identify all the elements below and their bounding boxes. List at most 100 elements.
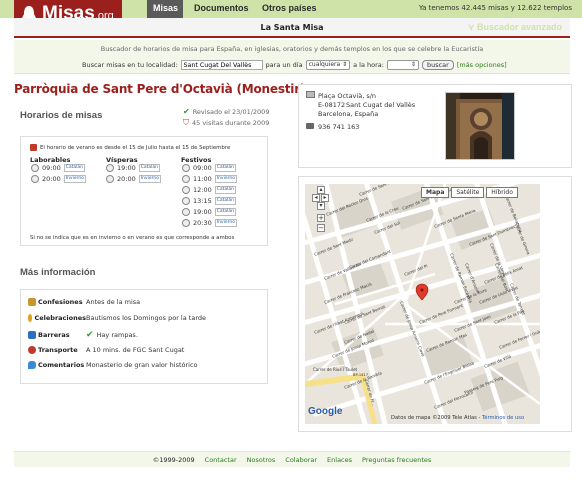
clock-icon	[31, 164, 39, 172]
time-label: a la hora:	[353, 61, 384, 69]
day-label: para un día	[265, 61, 303, 69]
time-row: 09:00 Catalán	[31, 164, 86, 172]
pan-down-button[interactable]: ▾	[317, 202, 325, 210]
info-row-celebraciones: Celebraciones Bautismos los Domingos por…	[28, 314, 206, 322]
road-number: BP-1417	[353, 373, 368, 377]
info-row-comentarios: Comentarios Monasterio de gran valor his…	[28, 361, 198, 369]
info-row-confesiones: Confesiones Antes de la misa	[28, 298, 140, 306]
time-row: 11:00 Invierno	[182, 175, 237, 183]
footer-link-contactar[interactable]: Contactar	[205, 456, 237, 464]
church-photo[interactable]	[445, 92, 515, 160]
person-icon: ⛉	[183, 118, 189, 127]
time-value: 11:00	[193, 175, 212, 183]
check-icon: ✔	[86, 330, 94, 340]
time-value: 20:00	[117, 175, 136, 183]
confession-icon	[28, 298, 36, 306]
more-info-title: Más información	[20, 267, 96, 278]
pan-up-button[interactable]: ▴	[317, 186, 325, 194]
visits-info: ⛉ 45 visitas durante 2009	[183, 118, 269, 128]
pan-right-button[interactable]: ▸	[321, 194, 329, 202]
zoom-in-button[interactable]: +	[317, 214, 325, 222]
map-roads: Carrer de Sant Antoni Carrer de Sant Bon…	[305, 184, 540, 424]
schedule-footnote: Si no se indica que es en invierno o en …	[30, 235, 235, 241]
language-tag: Catalán	[138, 164, 161, 172]
footer-link-enlaces[interactable]: Enlaces	[327, 456, 352, 464]
nav-otros-paises[interactable]: Otros países	[256, 0, 323, 18]
day-select[interactable]: cualquiera ⇕	[305, 60, 351, 70]
celebration-icon	[28, 314, 33, 322]
footer-link-nosotros[interactable]: Nosotros	[247, 456, 276, 464]
time-value: 09:00	[42, 164, 61, 172]
info-label: Celebraciones	[34, 314, 86, 322]
map-type-mapa[interactable]: Mapa	[421, 187, 450, 198]
search-row: Buscar misas en tu localidad: para un dí…	[82, 60, 507, 70]
language-tag: Catalán	[214, 186, 237, 194]
nav-documentos[interactable]: Documentos	[188, 0, 255, 18]
church-photo-image	[446, 93, 514, 159]
advanced-search-link[interactable]: ⋎ Buscador avanzado	[468, 22, 562, 33]
revised-date: Revisado el 23/01/2009	[192, 107, 270, 116]
season-tag: Invierno	[63, 175, 86, 183]
footer-link-faq[interactable]: Preguntas frecuentes	[362, 456, 431, 464]
more-options-link[interactable]: [más opciones]	[457, 61, 507, 69]
season-tag: Invierno	[138, 175, 161, 183]
summer-note-text: El horario de verano es desde el 15 de J…	[40, 144, 231, 151]
schedule-panel: El horario de verano es desde el 15 de J…	[20, 136, 268, 246]
info-value: Bautismos los Domingos por la tarde	[86, 314, 207, 322]
revised-info: ✔ Revisado el 23/01/2009	[183, 107, 269, 116]
language-tag: Catalán	[214, 164, 237, 172]
clock-icon	[182, 208, 190, 216]
time-value: 09:00	[193, 164, 212, 172]
info-value: A 10 mins. de FGC Sant Cugat	[86, 346, 185, 354]
street-label: Carrer de Rius i Taulet	[313, 367, 358, 372]
map-copyright: Datos de mapa ©2009 Tele Atlas - Término…	[391, 415, 525, 421]
address-region: Barcelona, España	[318, 110, 379, 118]
advanced-search-label: Buscador avanzado	[476, 22, 562, 32]
time-row: 20:00 Invierno	[106, 175, 161, 183]
info-label: Barreras	[38, 331, 70, 339]
language-tag: Catalán	[214, 208, 237, 216]
mass-counter: Ya tenemos 42.445 misas y 12.622 templos	[418, 4, 572, 12]
map-zoom-controls: ▴ ◂ ▸ ▾ + −	[312, 186, 330, 242]
chevron-down-icon: ⋎	[467, 22, 475, 32]
location-input[interactable]	[180, 60, 263, 70]
check-icon: ✔	[183, 107, 190, 116]
clock-icon	[182, 186, 190, 194]
info-value: Hay rampas.	[96, 331, 138, 339]
time-row: 13:15 Catalán	[182, 197, 237, 205]
time-select[interactable]: ⇕	[386, 60, 419, 70]
season-tag: Invierno	[214, 219, 237, 227]
map-terms-link[interactable]: Términos de uso	[482, 415, 524, 421]
visits-count: 45 visitas durante 2009	[192, 119, 270, 127]
map-type-hibrido[interactable]: Híbrido	[486, 187, 518, 198]
col-laborables-title: Laborables	[30, 156, 71, 164]
google-logo[interactable]: Google	[308, 406, 342, 417]
train-icon	[28, 346, 36, 354]
footer-copyright: ©1999-2009	[152, 455, 195, 464]
col-festivos-title: Festivos	[181, 156, 212, 164]
map-type-selector: Mapa Satélite Híbrido	[421, 187, 518, 198]
time-row: 12:00 Catalán	[182, 186, 237, 194]
time-row: 09:00 Catalán	[182, 164, 237, 172]
title-bar: La Santa Misa ⋎ Buscador avanzado	[14, 18, 570, 38]
language-tag: Catalán	[63, 164, 86, 172]
nav-misas[interactable]: Misas	[147, 0, 183, 18]
address-postal[interactable]: E-08172	[318, 101, 345, 109]
search-button[interactable]: buscar	[421, 60, 454, 70]
address-city[interactable]: Sant Cugat del Vallès	[346, 101, 415, 109]
language-tag: Catalán	[214, 197, 237, 205]
time-value: 20:00	[42, 175, 61, 183]
location-label: Buscar misas en tu localidad:	[82, 61, 178, 69]
info-value: Antes de la misa	[86, 298, 141, 306]
time-value: 13:15	[193, 197, 212, 205]
map-type-satelite[interactable]: Satélite	[451, 187, 485, 198]
phone-icon	[306, 123, 314, 129]
col-visperas-title: Vísperas	[106, 156, 138, 164]
footer-link-colaborar[interactable]: Colaborar	[285, 456, 317, 464]
postcard-icon	[306, 91, 315, 98]
address-street: Plaça Octavià, s/n	[318, 92, 377, 100]
map-canvas[interactable]: Carrer de Sant Antoni Carrer de Sant Bon…	[305, 184, 540, 424]
zoom-out-button[interactable]: −	[317, 224, 325, 232]
pan-left-button[interactable]: ◂	[312, 194, 320, 202]
clock-icon	[106, 175, 114, 183]
